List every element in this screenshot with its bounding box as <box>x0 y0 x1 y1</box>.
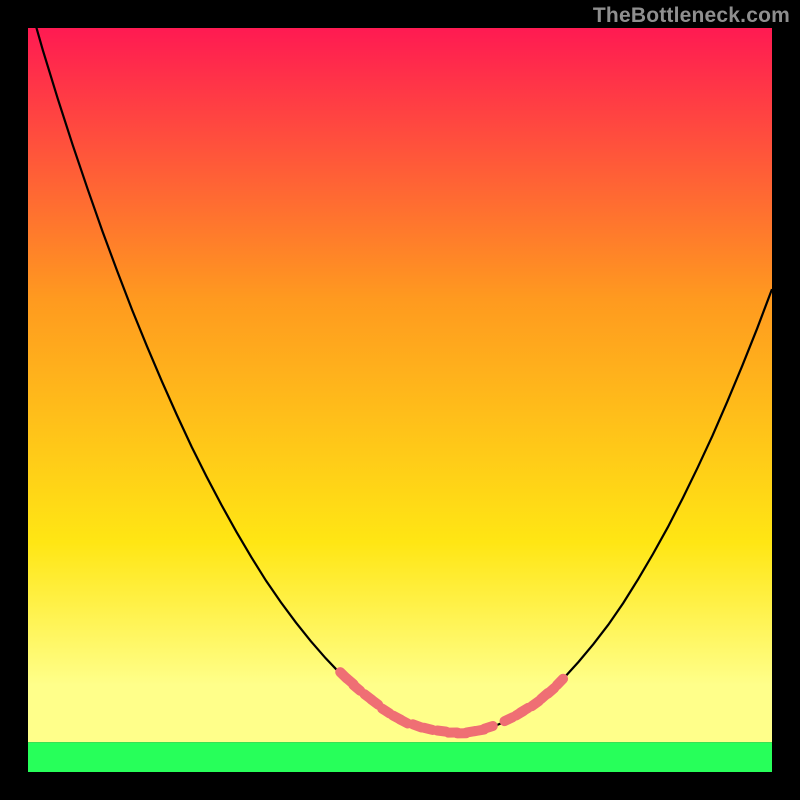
chart-frame <box>28 28 772 772</box>
gradient-bg <box>28 28 772 742</box>
bottleneck-chart <box>28 28 772 772</box>
watermark-text: TheBottleneck.com <box>593 4 790 28</box>
green-band <box>28 742 772 772</box>
